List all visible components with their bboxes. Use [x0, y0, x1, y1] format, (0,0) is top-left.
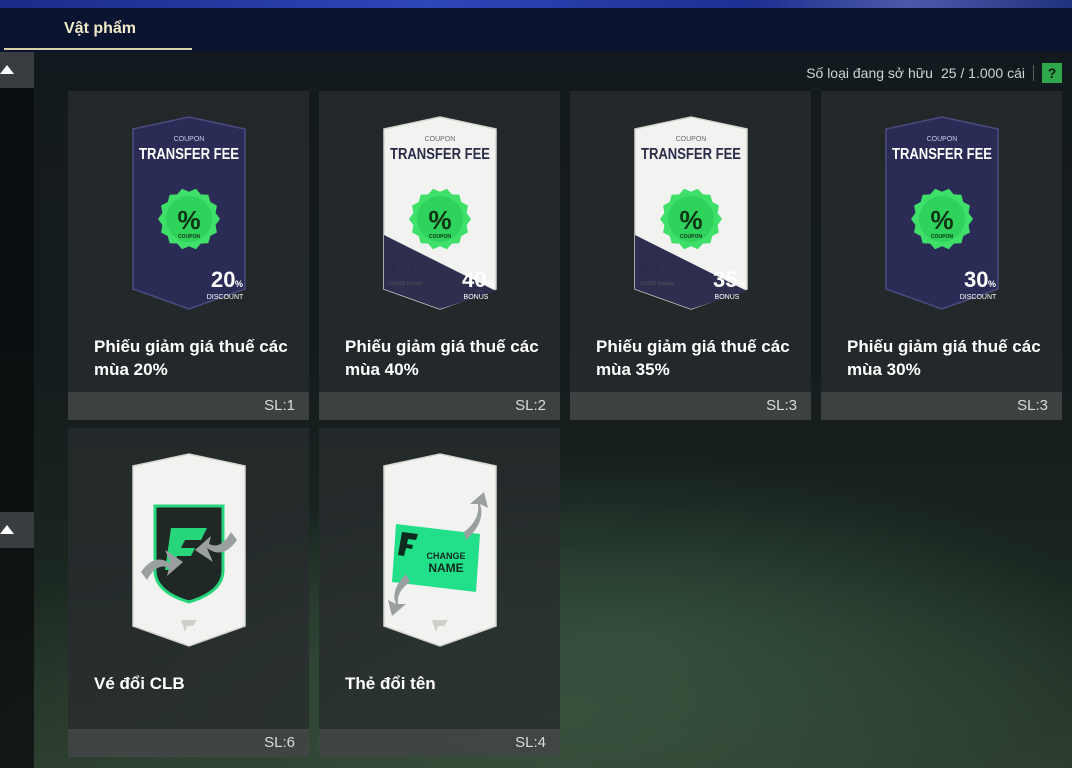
item-footer: SL:6 — [68, 729, 309, 757]
coupon-unit: % — [235, 279, 243, 289]
left-scroll-rail — [0, 52, 34, 768]
coupon-title: TRANSFER FEE — [139, 146, 239, 163]
item-art: COUPON TRANSFER FEE% COUPON 40% BONUS ALL CLAS… — [376, 115, 504, 311]
item-art: COUPON TRANSFER FEE% COUPON 20% DISCOUNT — [125, 115, 253, 311]
triangle-up-icon — [0, 65, 14, 74]
owned-count: 25 / 1.000 cái — [940, 65, 1025, 81]
item-quantity: SL:2 — [515, 397, 546, 414]
item-footer: SL:4 — [319, 729, 560, 757]
badge-label: COUPON — [680, 234, 702, 240]
coupon-top-label: COUPON — [927, 136, 958, 143]
coupon-unit: % — [737, 279, 745, 289]
triangle-up-icon — [0, 525, 14, 534]
item-footer: SL:2 — [319, 392, 560, 420]
coupon-top-label: COUPON — [425, 136, 456, 143]
coupon-amount: 30 — [964, 267, 988, 292]
item-name: Phiếu giảm giá thuế các mùa 20% — [94, 337, 288, 379]
coupon-amount: 20 — [211, 267, 235, 292]
owned-label: Số loại đang sở hữu — [806, 65, 933, 81]
item-card[interactable]: CHANGE NAME Thẻ đổi tên SL:4 — [319, 428, 560, 757]
badge-label: COUPON — [429, 234, 451, 240]
percent-icon: % — [428, 205, 451, 235]
class-sublabel: CLASS Include — [640, 281, 674, 287]
coupon-tag: DISCOUNT — [960, 294, 997, 301]
item-card[interactable]: Vé đổi CLB SL:6 — [68, 428, 309, 757]
item-quantity: SL:4 — [515, 734, 546, 751]
item-footer: SL:3 — [570, 392, 811, 420]
owned-counter: Số loại đang sở hữu 25 / 1.000 cái ? — [806, 62, 1062, 84]
ticket-label-top: CHANGE — [426, 551, 465, 561]
coupon-unit: % — [486, 279, 494, 289]
coupon-amount: 40 — [462, 267, 486, 292]
item-name: Thẻ đổi tên — [345, 674, 436, 693]
coupon-title: TRANSFER FEE — [390, 146, 490, 163]
item-name: Vé đổi CLB — [94, 674, 185, 693]
divider — [1033, 65, 1034, 81]
class-label: All — [639, 260, 661, 279]
percent-icon: % — [930, 205, 953, 235]
help-icon[interactable]: ? — [1042, 63, 1062, 83]
item-quantity: SL:3 — [766, 397, 797, 414]
badge-label: COUPON — [178, 234, 200, 240]
coupon-tag: DISCOUNT — [207, 294, 244, 301]
item-quantity: SL:1 — [264, 397, 295, 414]
item-quantity: SL:6 — [264, 734, 295, 751]
item-card[interactable]: COUPON TRANSFER FEE% COUPON 40% BONUS ALL CLAS… — [319, 91, 560, 420]
item-art: COUPON TRANSFER FEE% COUPON 35% BONUS All CLAS… — [627, 115, 755, 311]
banner-strip — [0, 0, 1072, 8]
badge-label: COUPON — [931, 234, 953, 240]
tab-items-label: Vật phẩm — [64, 20, 137, 37]
coupon-tag: BONUS — [464, 294, 489, 301]
item-quantity: SL:3 — [1017, 397, 1048, 414]
item-card[interactable]: COUPON TRANSFER FEE% COUPON 20% DISCOUNT Phiế… — [68, 91, 309, 420]
coupon-title: TRANSFER FEE — [892, 146, 992, 163]
tab-items[interactable]: Vật phẩm — [4, 8, 192, 50]
item-card[interactable]: COUPON TRANSFER FEE% COUPON 30% DISCOUNT Phiế… — [821, 91, 1062, 420]
coupon-title: TRANSFER FEE — [641, 146, 741, 163]
coupon-tag: BONUS — [715, 294, 740, 301]
item-name: Phiếu giảm giá thuế các mùa 40% — [345, 337, 539, 379]
item-footer: SL:1 — [68, 392, 309, 420]
coupon-top-label: COUPON — [676, 136, 707, 143]
item-art — [125, 452, 253, 648]
percent-icon: % — [177, 205, 200, 235]
ticket-label-bottom: NAME — [428, 561, 463, 575]
coupon-unit: % — [988, 279, 996, 289]
item-name: Phiếu giảm giá thuế các mùa 30% — [847, 337, 1041, 379]
coupon-top-label: COUPON — [174, 136, 205, 143]
item-footer: SL:3 — [821, 392, 1062, 420]
scroll-up-button-top[interactable] — [0, 52, 34, 88]
scroll-up-button-bottom[interactable] — [0, 512, 34, 548]
class-sublabel: CLASS Include — [389, 281, 423, 287]
coupon-amount: 35 — [713, 267, 737, 292]
class-label: ALL — [388, 260, 421, 279]
percent-icon: % — [679, 205, 702, 235]
item-art: COUPON TRANSFER FEE% COUPON 30% DISCOUNT — [878, 115, 1006, 311]
item-art: CHANGE NAME — [376, 452, 504, 648]
item-card[interactable]: COUPON TRANSFER FEE% COUPON 35% BONUS All CLAS… — [570, 91, 811, 420]
item-name: Phiếu giảm giá thuế các mùa 35% — [596, 337, 790, 379]
